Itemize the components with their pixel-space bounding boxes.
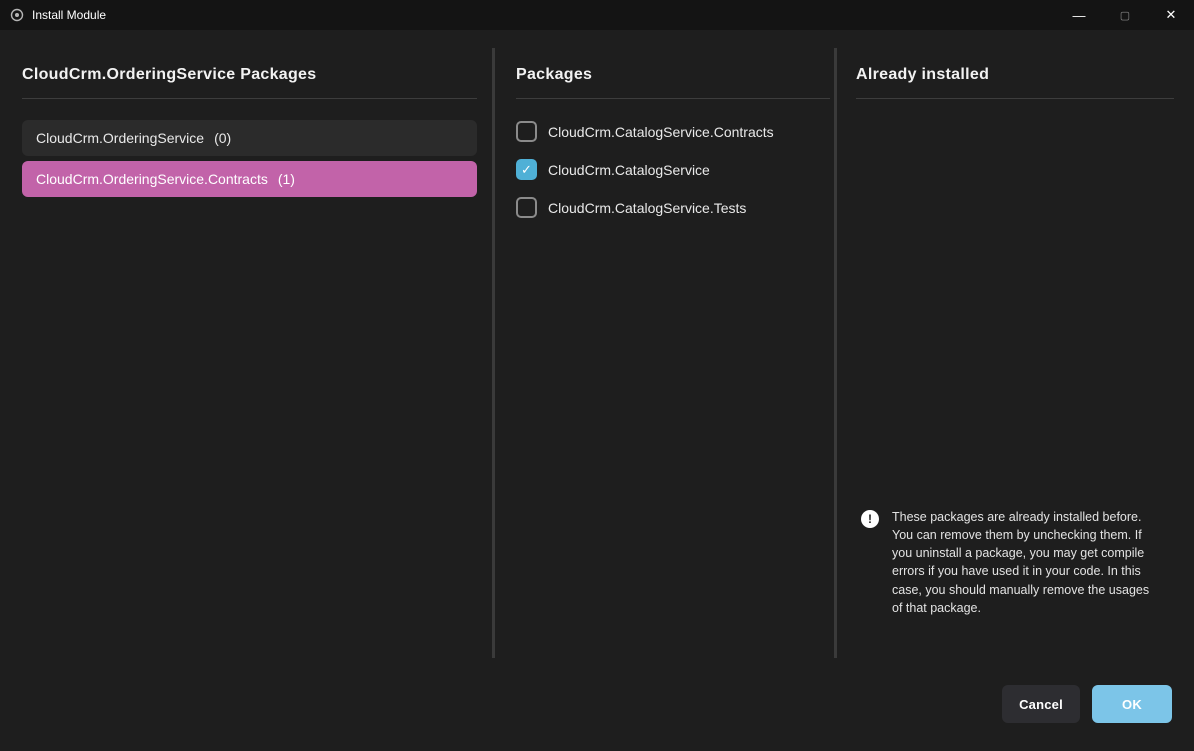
- minimize-button[interactable]: —: [1056, 0, 1102, 30]
- installed-note-text: These packages are already installed bef…: [892, 508, 1160, 617]
- package-label: CloudCrm.CatalogService.Tests: [548, 200, 746, 216]
- titlebar: Install Module — ▢ ✕: [0, 0, 1194, 30]
- checkbox-unchecked-icon[interactable]: [516, 197, 537, 218]
- package-row[interactable]: CloudCrm.CatalogService.Contracts: [516, 121, 830, 142]
- window-title: Install Module: [32, 8, 106, 22]
- cancel-button[interactable]: Cancel: [1002, 685, 1080, 723]
- installed-panel-heading: Already installed: [856, 66, 1174, 84]
- modules-panel: CloudCrm.OrderingService Packages CloudC…: [22, 66, 477, 202]
- module-count: (0): [214, 130, 231, 146]
- module-list-item-selected[interactable]: CloudCrm.OrderingService.Contracts (1): [22, 161, 477, 197]
- modules-panel-heading: CloudCrm.OrderingService Packages: [22, 66, 477, 84]
- column-divider: [834, 48, 837, 658]
- package-row[interactable]: ✓ CloudCrm.CatalogService: [516, 159, 830, 180]
- heading-divider: [516, 98, 830, 99]
- module-count: (1): [278, 171, 295, 187]
- column-divider: [492, 48, 495, 658]
- checkbox-unchecked-icon[interactable]: [516, 121, 537, 142]
- maximize-button[interactable]: ▢: [1102, 0, 1148, 30]
- packages-panel: Packages CloudCrm.CatalogService.Contrac…: [516, 66, 830, 235]
- checkbox-checked-icon[interactable]: ✓: [516, 159, 537, 180]
- installed-note: ! These packages are already installed b…: [861, 508, 1165, 617]
- module-label: CloudCrm.OrderingService.Contracts: [36, 171, 268, 187]
- close-button[interactable]: ✕: [1148, 0, 1194, 30]
- packages-panel-heading: Packages: [516, 66, 830, 84]
- heading-divider: [22, 98, 477, 99]
- installed-panel: Already installed: [856, 66, 1174, 99]
- package-row[interactable]: CloudCrm.CatalogService.Tests: [516, 197, 830, 218]
- package-checkbox-list: CloudCrm.CatalogService.Contracts ✓ Clou…: [516, 121, 830, 218]
- ok-button[interactable]: OK: [1092, 685, 1172, 723]
- module-list: CloudCrm.OrderingService (0) CloudCrm.Or…: [22, 120, 477, 197]
- info-icon: !: [861, 510, 879, 528]
- window-controls: — ▢ ✕: [1056, 0, 1194, 30]
- app-icon: [10, 8, 24, 22]
- module-label: CloudCrm.OrderingService: [36, 130, 204, 146]
- footer: Cancel OK: [1002, 685, 1172, 723]
- heading-divider: [856, 98, 1174, 99]
- package-label: CloudCrm.CatalogService.Contracts: [548, 124, 774, 140]
- package-label: CloudCrm.CatalogService: [548, 162, 710, 178]
- module-list-item[interactable]: CloudCrm.OrderingService (0): [22, 120, 477, 156]
